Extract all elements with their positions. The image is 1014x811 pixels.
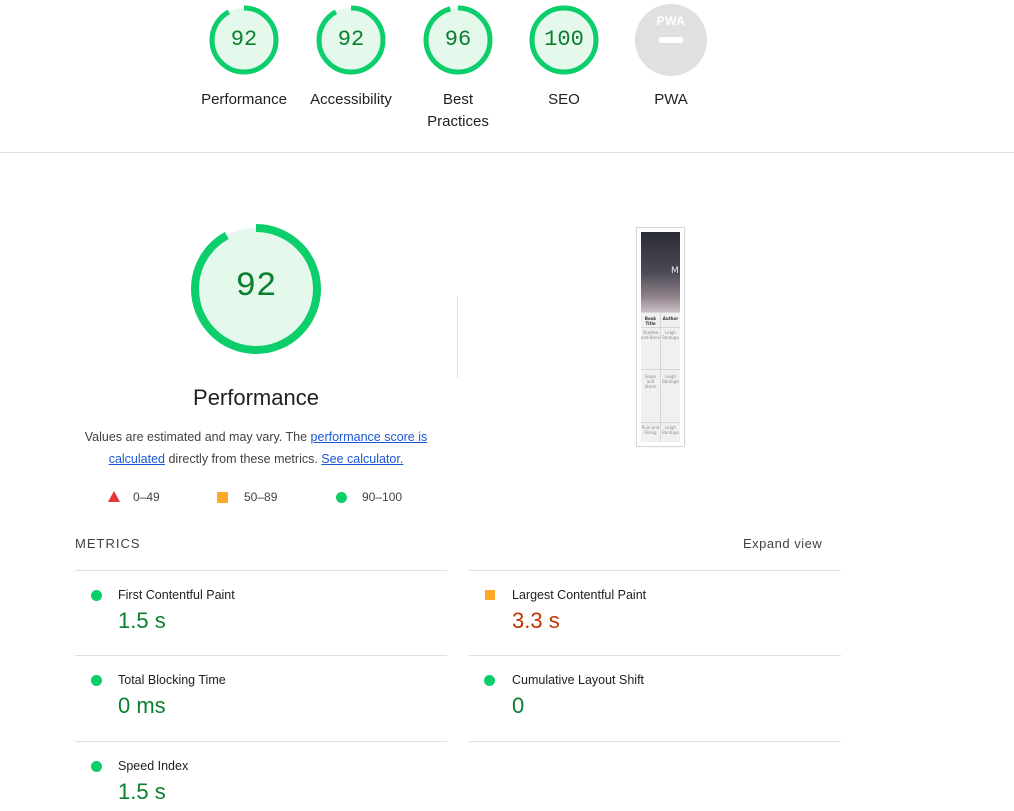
screenshot-table: Book Title Author Shadow and Bone Leigh … (641, 312, 680, 442)
gauge-label: Performance (201, 91, 287, 108)
legend-fail-range: 0–49 (133, 490, 160, 504)
metric-name: Largest Contentful Paint (512, 588, 647, 602)
average-square-icon (485, 590, 495, 600)
table-cell: Leigh Bardugo (662, 330, 679, 340)
pass-circle-icon (336, 492, 347, 503)
expand-view-button[interactable]: Expand view (743, 536, 822, 552)
metric-divider (75, 570, 447, 571)
header-divider (0, 152, 1014, 153)
legend-average-range: 50–89 (244, 490, 278, 504)
table-cell: Leigh Bardugo (662, 425, 679, 435)
metrics-heading: METRICS (75, 536, 141, 551)
table-divider (641, 312, 680, 313)
metric-name: Cumulative Layout Shift (512, 673, 645, 687)
pass-circle-icon (91, 675, 102, 686)
gauge-ring: 96 (422, 4, 494, 76)
pwa-dash-icon (659, 37, 683, 43)
gauge-score: 92 (230, 27, 258, 52)
table-cell: Siege and Storm (644, 374, 657, 389)
pass-circle-icon (91, 590, 102, 601)
table-header: Book Title (644, 316, 657, 326)
gauge-ring: 100 (528, 4, 600, 76)
section-divider (457, 296, 458, 378)
see-calculator-link[interactable]: See calculator. (321, 452, 403, 466)
table-divider (641, 369, 680, 370)
legend-pass-range: 90–100 (362, 490, 403, 504)
table-cell: Leigh Bardugo (662, 374, 679, 384)
screenshot-image: M Book Title Author Shadow and Bone Leig… (641, 232, 680, 442)
metric-name: Speed Index (118, 759, 189, 773)
metric-value: 3.3 s (512, 608, 560, 633)
gauge-score: 96 (444, 27, 472, 52)
metric-value: 1.5 s (118, 608, 166, 633)
gauge-label: PWA (654, 91, 688, 108)
gauge-accessibility[interactable]: 92 Accessibility (296, 4, 406, 111)
table-cell: Ruin and Rising (641, 425, 660, 435)
metric-divider (469, 570, 841, 571)
metric-value: 1.5 s (118, 779, 166, 804)
metric-divider (469, 655, 841, 656)
screenshot-hero-mark: M (671, 266, 679, 276)
gauge-label: Accessibility (310, 91, 392, 108)
metric-divider (75, 655, 447, 656)
performance-description: Values are estimated and may vary. The p… (76, 426, 436, 470)
metric-divider (75, 741, 447, 742)
gauge-label: Best Practices (427, 91, 489, 130)
fail-triangle-icon (108, 491, 120, 502)
performance-score: 92 (235, 268, 277, 306)
table-cell: Shadow and Bone (641, 330, 660, 340)
gauge-score: 100 (544, 27, 584, 52)
screenshot-hero: M (641, 232, 680, 312)
pass-circle-icon (484, 675, 495, 686)
performance-title: Performance (193, 385, 319, 410)
gauge-pwa[interactable]: PWA PWA (616, 4, 726, 111)
pwa-badge-icon: PWA (635, 4, 707, 76)
metric-name: Total Blocking Time (118, 673, 226, 687)
table-divider (641, 422, 680, 423)
gauge-ring: 92 (315, 4, 387, 76)
desc-text: directly from these metrics. (165, 452, 322, 466)
desc-text: Values are estimated and may vary. The (84, 430, 311, 444)
metric-value: 0 ms (118, 693, 166, 718)
metric-value: 0 (512, 693, 525, 718)
table-header: Author (662, 316, 679, 321)
final-screenshot[interactable]: M Book Title Author Shadow and Bone Leig… (636, 227, 685, 447)
gauge-seo[interactable]: 100 SEO (509, 4, 619, 111)
gauge-ring: 92 (208, 4, 280, 76)
gauge-performance[interactable]: 92 Performance (189, 4, 299, 111)
gauge-best-practices[interactable]: 96 Best Practices (403, 4, 513, 133)
metric-divider (469, 741, 841, 742)
average-square-icon (217, 492, 228, 503)
gauge-score: 92 (337, 27, 365, 52)
table-divider (641, 327, 680, 328)
metric-name: First Contentful Paint (118, 588, 235, 602)
pwa-badge-text: PWA (656, 14, 686, 28)
gauge-label: SEO (548, 91, 580, 108)
pass-circle-icon (91, 761, 102, 772)
